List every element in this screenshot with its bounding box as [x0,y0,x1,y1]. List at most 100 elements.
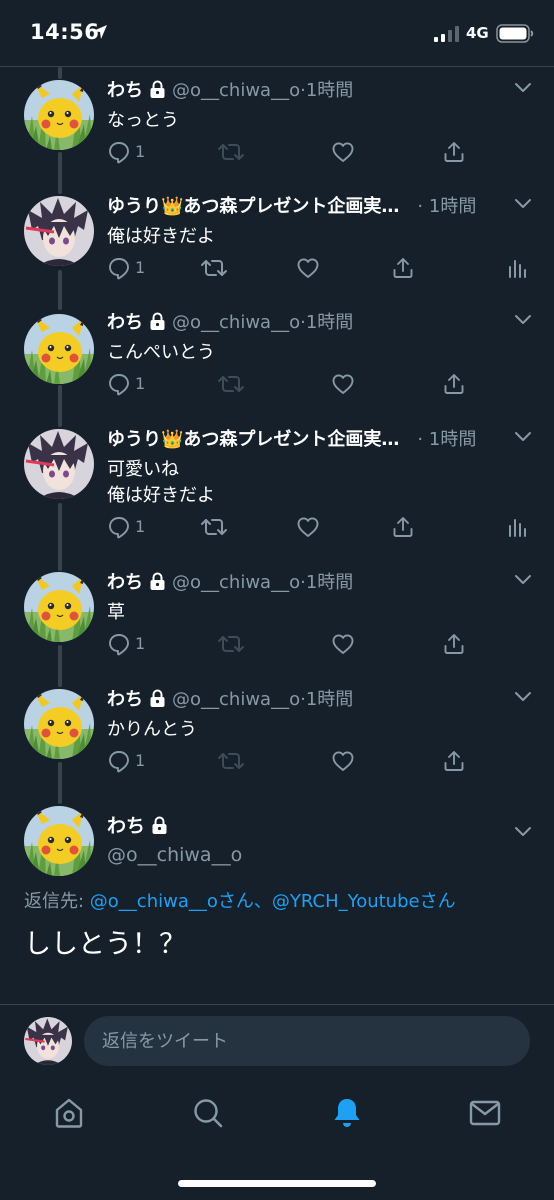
tweet-text: 俺は好きだよ [107,226,215,247]
tweet[interactable]: わち @o__chiwa__o·1時間 草 1 [0,570,554,670]
share-button[interactable] [442,632,466,658]
reply-button[interactable]: 1 [107,140,145,166]
chevron-down-icon[interactable] [514,198,532,210]
avatar[interactable] [24,80,94,150]
reply-count: 1 [135,142,146,161]
tab-messages[interactable] [467,1095,503,1131]
share-button[interactable] [442,372,466,398]
tab-search[interactable] [190,1095,226,1131]
tweet-text: なっとう [107,110,179,131]
tab-notifications[interactable] [329,1095,365,1131]
chevron-down-icon[interactable] [514,826,532,838]
heart-icon [331,749,355,773]
signal-bars-icon [434,26,460,42]
main-tweet-author: わち [107,812,174,840]
heart-icon [296,515,320,539]
retweet-button[interactable] [200,256,228,282]
user-handle[interactable]: @o__chiwa__o [172,689,300,710]
share-button[interactable] [391,256,415,282]
share-icon [391,256,415,280]
user-handle[interactable]: @o__chiwa__o [172,80,300,101]
location-arrow-icon [92,24,108,40]
share-icon [442,140,466,164]
tweet-text: 可愛いね 俺は好きだよ [107,457,215,509]
retweet-icon [217,140,245,164]
avatar[interactable] [24,314,94,384]
tweet-header: わち @o__chiwa__o·1時間 [107,687,507,713]
chevron-down-icon[interactable] [514,574,532,586]
reply-button[interactable]: 1 [107,632,145,658]
retweet-button[interactable] [200,515,228,541]
avatar[interactable] [24,689,94,759]
reply-icon [107,515,131,539]
main-tweet-text: ししとう！？ [24,929,186,960]
retweet-icon [217,632,245,656]
share-button[interactable] [391,515,415,541]
share-button[interactable] [442,749,466,775]
display-name[interactable]: わち [107,572,143,593]
display-name[interactable]: ゆうり👑あつ森プレゼント企画実… [107,196,399,217]
retweet-icon [217,749,245,773]
heart-icon [331,372,355,396]
tweet-header: ゆうり👑あつ森プレゼント企画実… · 1時間 [107,194,507,220]
share-icon [442,632,466,656]
like-button[interactable] [331,632,355,658]
lock-icon [151,816,168,834]
share-icon [442,372,466,396]
reply-input[interactable] [84,1016,530,1066]
mention-link[interactable]: @YRCH_Youtubeさん [272,891,456,912]
reply-button[interactable]: 1 [107,749,145,775]
battery-icon [496,24,534,43]
user-handle[interactable]: @o__chiwa__o [172,572,300,593]
chevron-down-icon[interactable] [514,314,532,326]
display-name[interactable]: わち [107,80,143,101]
share-icon [442,749,466,773]
like-button[interactable] [331,140,355,166]
display-name[interactable]: わち [107,312,143,333]
tweet-actions: 1 [107,372,537,398]
analytics-icon [505,515,529,539]
like-button[interactable] [331,749,355,775]
avatar[interactable] [24,196,94,266]
tweet[interactable]: わち @o__chiwa__o·1時間 こんぺいとう 1 [0,310,554,410]
avatar[interactable] [24,429,94,499]
avatar[interactable] [24,806,94,876]
messages-icon [469,1100,501,1126]
heart-icon [296,256,320,280]
tweet-header: わち @o__chiwa__o·1時間 [107,78,507,104]
retweet-button-disabled [217,749,245,775]
chevron-down-icon[interactable] [514,431,532,443]
tweet-text: こんぺいとう [107,342,215,363]
user-handle[interactable]: @o__chiwa__o [172,312,300,333]
like-button[interactable] [331,372,355,398]
like-button[interactable] [296,256,320,282]
like-button[interactable] [296,515,320,541]
home-indicator[interactable] [178,1180,376,1187]
display-name[interactable]: わち [107,815,145,837]
tweet-text-line: 可愛いね [107,459,179,480]
home-icon [55,1098,83,1128]
tweet-time: ·1時間 [300,312,354,333]
display-name[interactable]: わち [107,689,143,710]
chevron-down-icon[interactable] [514,82,532,94]
retweet-icon [217,372,245,396]
display-name[interactable]: ゆうり👑あつ森プレゼント企画実… [107,429,399,450]
tweet[interactable]: ゆうり👑あつ森プレゼント企画実… · 1時間 俺は好きだよ 1 [0,194,554,294]
analytics-button[interactable] [505,256,529,282]
user-handle[interactable]: @o__chiwa__o [107,842,242,868]
reply-button[interactable]: 1 [107,256,145,282]
avatar[interactable] [24,572,94,642]
lock-icon [149,312,166,330]
tweet[interactable]: ゆうり👑あつ森プレゼント企画実… · 1時間 可愛いね 俺は好きだよ 1 [0,427,554,557]
reply-button[interactable]: 1 [107,515,145,541]
reply-count: 1 [135,374,146,393]
analytics-button[interactable] [505,515,529,541]
tweet[interactable]: わち @o__chiwa__o·1時間 かりんとう 1 [0,687,554,787]
chevron-down-icon[interactable] [514,691,532,703]
mention-link[interactable]: @o__chiwa__oさん [90,891,254,912]
tweet[interactable]: わち @o__chiwa__o·1時間 なっとう 1 [0,78,554,178]
share-button[interactable] [442,140,466,166]
reply-button[interactable]: 1 [107,372,145,398]
tab-home[interactable] [51,1095,87,1131]
mention-separator: 、 [253,891,272,912]
